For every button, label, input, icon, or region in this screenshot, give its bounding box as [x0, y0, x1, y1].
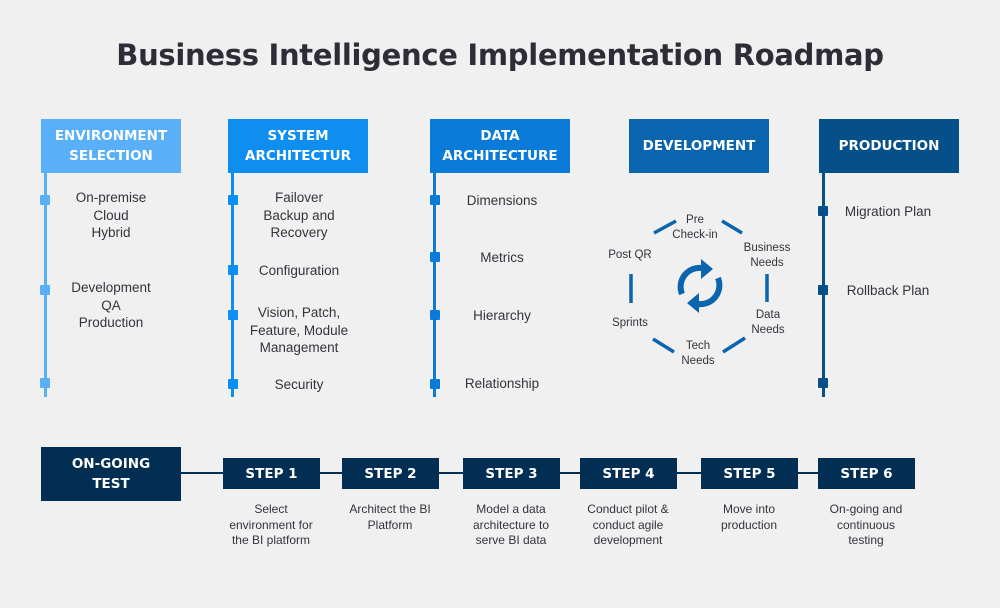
phase-item: Configuration — [258, 263, 340, 278]
refresh-cycle-icon — [677, 259, 723, 313]
timeline-marker — [818, 206, 828, 216]
cycle-step-sprints: Sprints — [612, 317, 648, 329]
cycle-step-tech-needs: Tech Needs — [681, 340, 715, 367]
ongoing-test-line2: TEST — [92, 476, 130, 492]
step-5-box: STEP 5 — [701, 458, 798, 489]
phase-item: Hierarchy — [473, 308, 531, 323]
timeline-marker — [40, 378, 50, 388]
phase-item: Relationship — [464, 376, 540, 391]
step-6-box: STEP 6 — [818, 458, 915, 489]
step-1-box: STEP 1 — [223, 458, 320, 489]
phase-header-data-architecture: DATA ARCHITECTURE — [430, 119, 570, 173]
cycle-step-business-needs: Business Needs — [743, 242, 791, 269]
cycle-step-data-needs: Data Needs — [751, 309, 785, 336]
timeline-marker — [228, 379, 238, 389]
phase-header-environment-selection: ENVIRONMENT SELECTION — [41, 119, 181, 173]
step-4-box: STEP 4 — [580, 458, 677, 489]
timeline-marker — [430, 195, 440, 205]
phase-timeline-data — [433, 173, 436, 397]
phase-item: Metrics — [480, 250, 524, 265]
phase-header-system-architecture: SYSTEM ARCHITECTUR — [228, 119, 368, 173]
phase-header-line1: PRODUCTION — [838, 138, 940, 154]
step-2-description: Architect the BI Platform — [349, 502, 431, 532]
step-3-description: Model a data architecture to serve BI da… — [472, 502, 550, 547]
timeline-marker — [228, 195, 238, 205]
step-5-description: Move into production — [720, 502, 778, 532]
step-3-box: STEP 3 — [463, 458, 560, 489]
timeline-marker — [228, 265, 238, 275]
timeline-marker — [40, 285, 50, 295]
page-title: Business Intelligence Implementation Roa… — [116, 38, 884, 72]
phase-item: Dimensions — [466, 193, 538, 208]
timeline-marker — [430, 252, 440, 262]
phase-header-line1: ENVIRONMENT — [54, 128, 168, 144]
timeline-marker — [40, 195, 50, 205]
phase-header-line2: ARCHITECTURE — [442, 148, 558, 164]
phase-item: Development QA Production — [71, 280, 151, 330]
phase-item: Security — [274, 377, 324, 392]
phase-header-line1: DEVELOPMENT — [642, 138, 756, 154]
phase-header-line1: DATA — [480, 128, 520, 144]
phase-header-production: PRODUCTION — [819, 119, 959, 173]
step-6-description: On-going and continuous testing — [829, 502, 903, 547]
step-4-description: Conduct pilot & conduct agile developmen… — [587, 502, 669, 547]
phase-header-line1: SYSTEM — [267, 128, 329, 144]
timeline-marker — [818, 378, 828, 388]
ongoing-test-box: ON-GOING TEST — [41, 447, 181, 501]
timeline-marker — [430, 310, 440, 320]
phase-item: Failover Backup and Recovery — [263, 190, 335, 240]
cycle-step-pre-check-in: Pre Check-in — [672, 214, 718, 241]
phase-item: Vision, Patch, Feature, Module Managemen… — [249, 305, 349, 355]
phase-header-line2: SELECTION — [69, 148, 153, 164]
phase-item: Rollback Plan — [846, 283, 930, 298]
timeline-marker — [818, 285, 828, 295]
timeline-marker — [228, 310, 238, 320]
phase-timeline-system — [231, 173, 234, 397]
timeline-marker — [430, 379, 440, 389]
phase-item: Migration Plan — [844, 204, 932, 219]
phase-header-line2: ARCHITECTUR — [245, 148, 351, 164]
ongoing-test-line1: ON-GOING — [71, 456, 151, 472]
cycle-step-post-qr: Post QR — [608, 249, 652, 261]
phase-header-development: DEVELOPMENT — [629, 119, 769, 173]
cycle-segment — [721, 219, 743, 235]
step-1-description: Select environment for the BI platform — [229, 502, 313, 547]
phase-item: On-premise Cloud Hybrid — [75, 190, 147, 240]
step-2-box: STEP 2 — [342, 458, 439, 489]
